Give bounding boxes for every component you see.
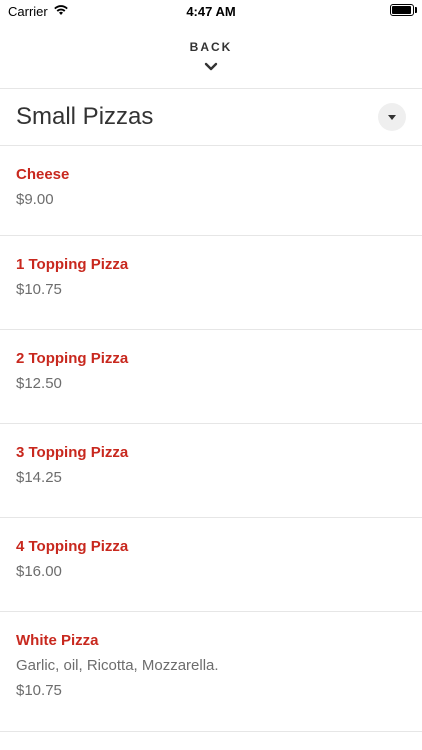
menu-item-4-topping[interactable]: 4 Topping Pizza $16.00 [0, 518, 422, 612]
item-name: Cheese [16, 166, 70, 183]
menu-item-white-pizza[interactable]: White Pizza Garlic, oil, Ricotta, Mozzar… [0, 612, 422, 732]
item-name: White Pizza [16, 632, 99, 649]
menu-item-3-topping[interactable]: 3 Topping Pizza $14.25 [0, 424, 422, 518]
item-name: 4 Topping Pizza [16, 538, 129, 555]
battery-icon [390, 4, 417, 16]
section-header: Small Pizzas [0, 89, 422, 146]
item-description: Garlic, oil, Ricotta, Mozzarella. [16, 657, 219, 674]
caret-down-icon [388, 108, 396, 126]
item-price: $9.00 [16, 191, 54, 208]
menu-item-cheese[interactable]: Cheese $9.00 [0, 146, 422, 236]
back-button[interactable]: BACK [0, 22, 422, 89]
item-price: $10.75 [16, 682, 62, 699]
section-toggle-button[interactable] [378, 103, 406, 131]
item-price: $10.75 [16, 281, 62, 298]
chevron-down-icon [204, 58, 218, 76]
item-price: $14.25 [16, 469, 62, 486]
menu-item-1-topping[interactable]: 1 Topping Pizza $10.75 [0, 236, 422, 330]
menu-list: Cheese $9.00 1 Topping Pizza $10.75 2 To… [0, 146, 422, 732]
status-time: 4:47 AM [186, 4, 236, 19]
item-name: 3 Topping Pizza [16, 444, 129, 461]
item-name: 2 Topping Pizza [16, 350, 129, 367]
item-name: 1 Topping Pizza [16, 256, 129, 273]
back-label: BACK [189, 40, 233, 54]
menu-item-2-topping[interactable]: 2 Topping Pizza $12.50 [0, 330, 422, 424]
status-bar: Carrier 4:47 AM [0, 0, 422, 22]
item-price: $16.00 [16, 563, 62, 580]
item-price: $12.50 [16, 375, 62, 392]
section-title: Small Pizzas [16, 103, 154, 130]
status-right [390, 4, 417, 16]
